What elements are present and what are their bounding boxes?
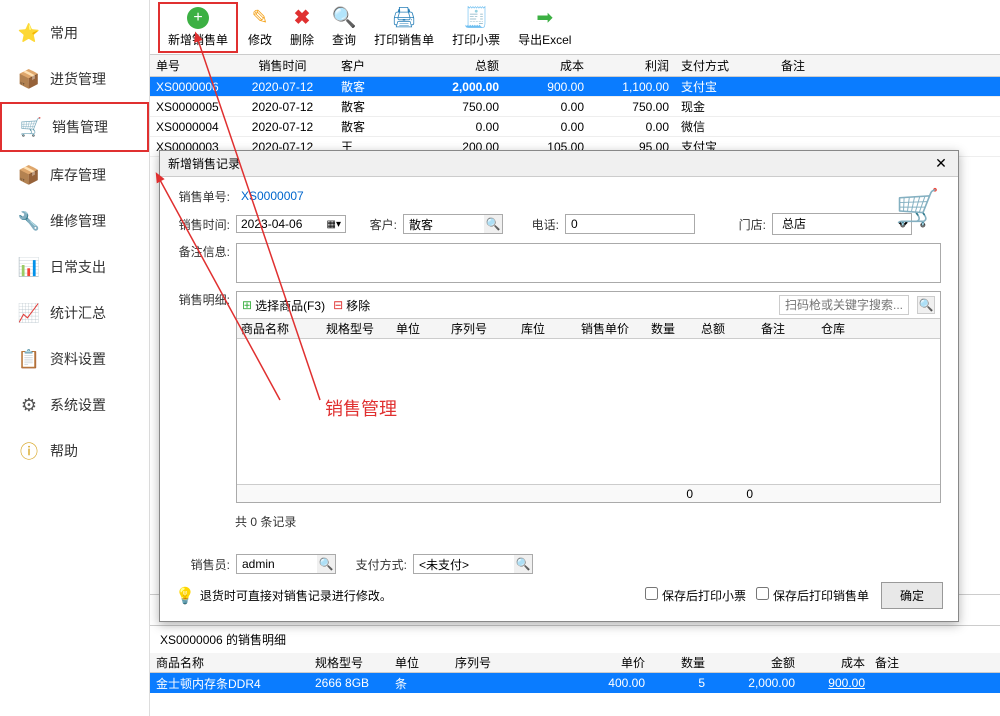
star-icon: ⭐	[18, 22, 40, 44]
record-count: 共 0 条记录	[175, 511, 943, 536]
sidebar-item-sales[interactable]: 🛒销售管理	[0, 102, 149, 152]
col-cost[interactable]: 成本	[505, 57, 590, 74]
detail-row[interactable]: 金士顿内存条DDR4 2666 8GB 条 400.00 5 2,000.00 …	[150, 673, 1000, 693]
confirm-button[interactable]: 确定	[881, 582, 943, 609]
sidebar-item-common[interactable]: ⭐常用	[0, 10, 149, 56]
graph-icon: 📈	[18, 302, 40, 324]
add-icon: +	[187, 7, 209, 29]
delete-button[interactable]: ✖删除	[282, 2, 322, 51]
print-receipt-button[interactable]: 🧾打印小票	[444, 2, 508, 51]
store-select[interactable]: 总店	[772, 213, 912, 235]
printer-icon: 🖨	[392, 5, 416, 29]
customer-input[interactable]: 🔍	[403, 214, 503, 234]
pay-method-input[interactable]: 🔍	[413, 554, 533, 574]
x-icon: ✖	[290, 5, 314, 29]
sidebar-item-repair[interactable]: 🔧维修管理	[0, 198, 149, 244]
table-row[interactable]: XS00000052020-07-12散客750.000.00750.00现金	[150, 97, 1000, 117]
chart-icon: 📊	[18, 256, 40, 278]
phone-input[interactable]	[565, 214, 695, 234]
scan-input[interactable]	[779, 295, 909, 315]
col-no[interactable]: 单号	[150, 57, 230, 74]
calendar-icon: ▦▾	[327, 219, 341, 230]
edit-button[interactable]: ✎修改	[240, 2, 280, 51]
col-customer[interactable]: 客户	[335, 57, 415, 74]
col-profit[interactable]: 利润	[590, 57, 675, 74]
sidebar-item-purchase[interactable]: 📦进货管理	[0, 56, 149, 102]
select-product-button[interactable]: ⊞选择商品(F3)	[242, 297, 325, 314]
remove-button[interactable]: ⊟移除	[333, 297, 370, 314]
remove-icon: ⊟	[333, 298, 343, 312]
dialog-titlebar[interactable]: 新增销售记录 ✕	[160, 151, 958, 177]
dialog-close-button[interactable]: ✕	[932, 155, 950, 172]
detail-title: XS0000006 的销售明细	[150, 626, 1000, 653]
col-remark[interactable]: 备注	[775, 57, 1000, 74]
table-row[interactable]: XS00000042020-07-12散客0.000.000.00微信	[150, 117, 1000, 137]
search-icon[interactable]: 🔍	[317, 555, 335, 573]
export-excel-button[interactable]: ➡导出Excel	[510, 2, 579, 51]
arrow-right-icon: ➡	[533, 5, 557, 29]
sale-date-input[interactable]: 2023-04-06▦▾	[236, 215, 346, 233]
detail-header: 商品名称 规格型号 单位 序列号 单价 数量 金额 成本 备注	[150, 653, 1000, 673]
new-sale-dialog: 新增销售记录 ✕ 🛒 销售单号: XS0000007 销售时间: 2023-04…	[159, 150, 959, 622]
col-pay[interactable]: 支付方式	[675, 57, 775, 74]
sales-table-header: 单号 销售时间 客户 总额 成本 利润 支付方式 备注	[150, 55, 1000, 77]
package-icon: 📦	[18, 164, 40, 186]
col-total[interactable]: 总额	[415, 57, 505, 74]
annotation-text: 销售管理	[325, 395, 397, 421]
cart-large-icon: 🛒	[895, 187, 940, 229]
order-no-field: XS0000007	[236, 187, 309, 205]
pencil-icon: ✎	[248, 5, 272, 29]
bulb-icon: 💡	[175, 586, 195, 606]
search-icon[interactable]: 🔍	[484, 215, 502, 233]
remark-textarea[interactable]	[236, 243, 941, 283]
gear-icon: ⚙	[18, 394, 40, 416]
search-icon: 🔍	[332, 5, 356, 29]
plus-icon: ⊞	[242, 298, 252, 312]
sidebar-item-expense[interactable]: 📊日常支出	[0, 244, 149, 290]
cart-icon: 🛒	[20, 116, 42, 138]
search-icon[interactable]: 🔍	[514, 555, 532, 573]
salesperson-input[interactable]: 🔍	[236, 554, 336, 574]
table-row[interactable]: XS00000062020-07-12散客2,000.00900.001,100…	[150, 77, 1000, 97]
col-date[interactable]: 销售时间	[230, 57, 335, 74]
sidebar-item-system[interactable]: ⚙系统设置	[0, 382, 149, 428]
tip-text: 退货时可直接对销售记录进行修改。	[200, 587, 392, 604]
sidebar-item-stats[interactable]: 📈统计汇总	[0, 290, 149, 336]
detail-section: XS0000006 的销售明细 商品名称 规格型号 单位 序列号 单价 数量 金…	[150, 625, 1000, 693]
box-icon: 📦	[18, 68, 40, 90]
scan-search-icon[interactable]: 🔍	[917, 296, 935, 314]
wrench-icon: 🔧	[18, 210, 40, 232]
info-icon: ⓘ	[18, 440, 40, 462]
print-order-checkbox[interactable]: 保存后打印销售单	[756, 587, 869, 604]
print-order-button[interactable]: 🖨打印销售单	[366, 2, 442, 51]
sidebar-item-help[interactable]: ⓘ帮助	[0, 428, 149, 474]
sidebar-item-inventory[interactable]: 📦库存管理	[0, 152, 149, 198]
sidebar-item-data[interactable]: 📋资料设置	[0, 336, 149, 382]
toolbar: +新增销售单 ✎修改 ✖删除 🔍查询 🖨打印销售单 🧾打印小票 ➡导出Excel	[150, 0, 1000, 55]
query-button[interactable]: 🔍查询	[324, 2, 364, 51]
print-receipt-checkbox[interactable]: 保存后打印小票	[645, 587, 746, 604]
receipt-icon: 🧾	[464, 5, 488, 29]
new-sale-button[interactable]: +新增销售单	[158, 2, 238, 53]
sidebar: ⭐常用 📦进货管理 🛒销售管理 📦库存管理 🔧维修管理 📊日常支出 📈统计汇总 …	[0, 0, 150, 716]
list-icon: 📋	[18, 348, 40, 370]
